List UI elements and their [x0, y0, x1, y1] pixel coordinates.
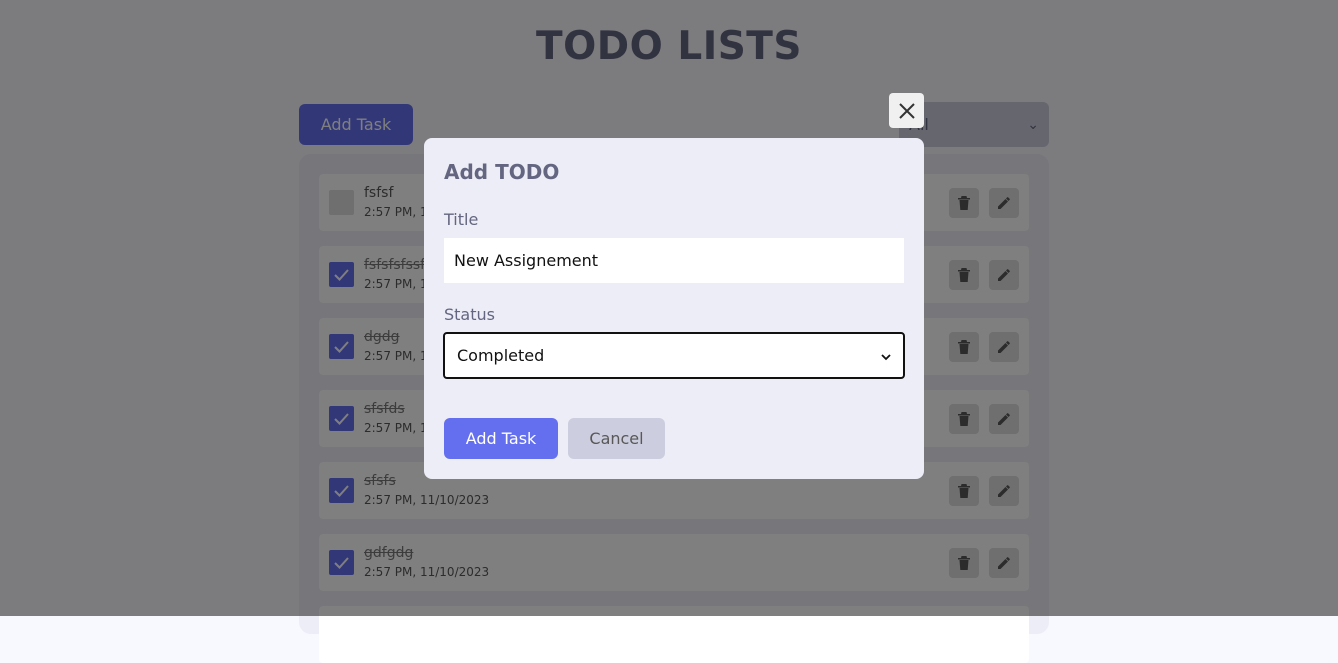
title-label: Title	[444, 210, 479, 229]
modal-title: Add TODO	[444, 160, 560, 184]
close-modal-button[interactable]	[889, 93, 924, 128]
chevron-down-icon	[881, 346, 891, 365]
add-todo-modal: Add TODO Title Status Completed Add Task…	[424, 138, 924, 479]
status-select[interactable]: Completed	[443, 332, 905, 379]
status-select-value: Completed	[457, 346, 545, 365]
cancel-button[interactable]: Cancel	[568, 418, 665, 459]
close-icon	[898, 102, 915, 119]
title-input[interactable]	[444, 238, 904, 283]
add-task-submit-button[interactable]: Add Task	[444, 418, 558, 459]
status-label: Status	[444, 305, 495, 324]
